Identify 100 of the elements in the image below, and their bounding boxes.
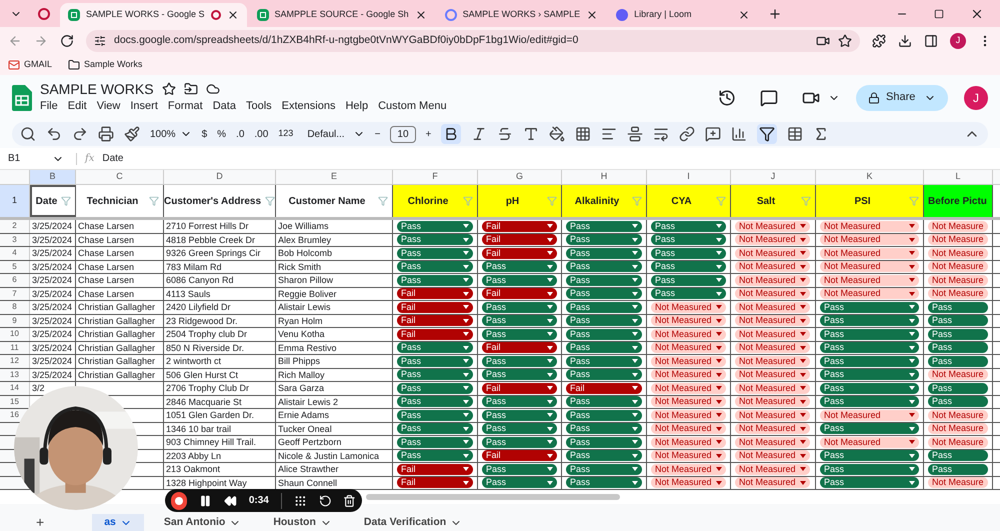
status-chip[interactable]: Fail xyxy=(482,220,557,232)
decrease-size-button[interactable]: − xyxy=(374,126,380,142)
status-chip[interactable]: Fail xyxy=(482,234,557,246)
status-chip[interactable]: Pass xyxy=(397,274,473,286)
status-chip[interactable]: Not Measure xyxy=(928,220,988,232)
menu-item[interactable]: Format xyxy=(168,98,203,115)
status-chip[interactable]: Pass xyxy=(566,436,642,448)
bookmark-link[interactable]: Sample Works xyxy=(68,58,142,72)
status-chip[interactable]: Not Measured xyxy=(735,234,810,246)
status-chip[interactable]: Pass xyxy=(482,328,557,340)
status-chip[interactable]: Not Measured xyxy=(651,450,726,462)
status-chip[interactable]: Pass xyxy=(482,302,557,313)
row-number[interactable]: 1 xyxy=(0,185,30,217)
menu-item[interactable]: File xyxy=(40,98,58,115)
add-sheet-button[interactable]: + xyxy=(36,513,44,531)
status-chip[interactable]: Pass xyxy=(651,220,726,232)
status-chip[interactable]: Pass xyxy=(928,315,988,326)
sheet-tab[interactable]: Houston xyxy=(261,514,344,531)
status-chip[interactable]: Pass xyxy=(820,477,919,488)
status-chip[interactable]: Not Measured xyxy=(735,382,810,394)
status-chip[interactable]: Pass xyxy=(482,436,557,448)
name-box[interactable]: B1 xyxy=(8,151,68,166)
menu-item[interactable]: Tools xyxy=(246,98,272,115)
status-chip[interactable]: Pass xyxy=(820,342,919,354)
status-chip[interactable]: Not Measured xyxy=(735,342,810,354)
status-chip[interactable]: Not Measured xyxy=(735,356,810,367)
status-chip[interactable]: Not Measured xyxy=(735,436,810,448)
status-chip[interactable]: Not Measured xyxy=(820,436,919,448)
status-chip[interactable]: Not Measured xyxy=(820,261,919,272)
status-chip[interactable]: Pass xyxy=(820,423,919,434)
column-header[interactable]: L xyxy=(924,170,993,184)
status-chip[interactable]: Not Measured xyxy=(820,248,919,259)
status-chip[interactable]: Not Measured xyxy=(735,369,810,380)
status-chip[interactable]: Pass xyxy=(566,356,642,367)
status-chip[interactable]: Pass xyxy=(566,234,642,246)
status-chip[interactable]: Pass xyxy=(397,396,473,408)
font-size-field[interactable]: 10 xyxy=(390,126,416,142)
status-chip[interactable]: Pass xyxy=(397,261,473,272)
status-chip[interactable]: Not Measured xyxy=(820,274,919,286)
status-chip[interactable]: Pass xyxy=(566,315,642,326)
status-chip[interactable]: Not Measured xyxy=(735,410,810,421)
decrease-decimal-button[interactable]: .0 xyxy=(236,126,244,142)
status-chip[interactable]: Pass xyxy=(397,436,473,448)
column-header[interactable]: D xyxy=(164,170,276,184)
status-chip[interactable]: Pass xyxy=(397,450,473,462)
status-chip[interactable]: Pass xyxy=(820,464,919,475)
status-chip[interactable]: Pass xyxy=(397,234,473,246)
status-chip[interactable]: Pass xyxy=(651,234,726,246)
status-chip[interactable]: Pass xyxy=(397,342,473,354)
column-header[interactable]: J xyxy=(731,170,816,184)
status-chip[interactable]: Pass xyxy=(566,302,642,313)
column-header[interactable]: H xyxy=(562,170,647,184)
status-chip[interactable]: Fail xyxy=(482,248,557,259)
status-chip[interactable]: Pass xyxy=(482,369,557,380)
status-chip[interactable]: Not Measure xyxy=(928,248,988,259)
status-chip[interactable]: Pass xyxy=(482,423,557,434)
status-chip[interactable]: Not Measured xyxy=(651,342,726,354)
column-header[interactable]: K xyxy=(816,170,924,184)
status-chip[interactable]: Pass xyxy=(928,302,988,313)
status-chip[interactable]: Pass xyxy=(820,450,919,462)
status-chip[interactable]: Not Measured xyxy=(651,315,726,326)
status-chip[interactable]: Not Measured xyxy=(735,248,810,259)
status-chip[interactable]: Pass xyxy=(397,410,473,421)
column-header[interactable]: G xyxy=(478,170,562,184)
status-chip[interactable]: Fail xyxy=(397,288,473,300)
account-avatar[interactable]: J xyxy=(964,86,988,110)
status-chip[interactable]: Not Measure xyxy=(928,234,988,246)
sheet-tab[interactable]: San Antonio xyxy=(152,514,254,531)
document-title[interactable]: SAMPLE WORKS xyxy=(40,80,154,98)
status-chip[interactable]: Pass xyxy=(482,464,557,475)
status-chip[interactable]: Pass xyxy=(566,396,642,408)
menu-item[interactable]: Insert xyxy=(130,98,158,115)
status-chip[interactable]: Not Measured xyxy=(651,436,726,448)
status-chip[interactable]: Not Measured xyxy=(735,315,810,326)
status-chip[interactable]: Not Measured xyxy=(651,328,726,340)
status-chip[interactable]: Pass xyxy=(928,450,988,462)
status-chip[interactable]: Pass xyxy=(397,220,473,232)
status-chip[interactable]: Fail xyxy=(566,382,642,394)
status-chip[interactable]: Not Measured xyxy=(651,369,726,380)
status-chip[interactable]: Pass xyxy=(820,315,919,326)
status-chip[interactable]: Fail xyxy=(482,342,557,354)
browser-tab[interactable]: Library | Loom xyxy=(608,3,758,27)
address-bar[interactable]: docs.google.com/spreadsheets/d/1hZXB4hRf-u-ngtgbe0tVnWYGaBDf0iy0bDpF1bg1Wio/edit#gid=0 xyxy=(86,30,860,52)
status-chip[interactable]: Pass xyxy=(651,288,726,300)
status-chip[interactable]: Not Measured xyxy=(651,423,726,434)
status-chip[interactable]: Not Measured xyxy=(651,356,726,367)
status-chip[interactable]: Not Measured xyxy=(820,410,919,421)
menu-item[interactable]: Data xyxy=(212,98,236,115)
status-chip[interactable]: Pass xyxy=(651,261,726,272)
status-chip[interactable]: Pass xyxy=(566,410,642,421)
status-chip[interactable]: Fail xyxy=(397,477,473,488)
status-chip[interactable]: Not Measure xyxy=(928,436,988,448)
status-chip[interactable]: Not Measured xyxy=(735,220,810,232)
status-chip[interactable]: Pass xyxy=(928,356,988,367)
browser-tab[interactable]: SAMPLE WORKS › SAMPLE xyxy=(436,3,606,27)
status-chip[interactable]: Pass xyxy=(566,248,642,259)
status-chip[interactable]: Fail xyxy=(397,464,473,475)
bookmark-link[interactable]: GMAIL xyxy=(8,58,52,72)
status-chip[interactable]: Not Measured xyxy=(735,261,810,272)
status-chip[interactable]: Not Measure xyxy=(928,261,988,272)
